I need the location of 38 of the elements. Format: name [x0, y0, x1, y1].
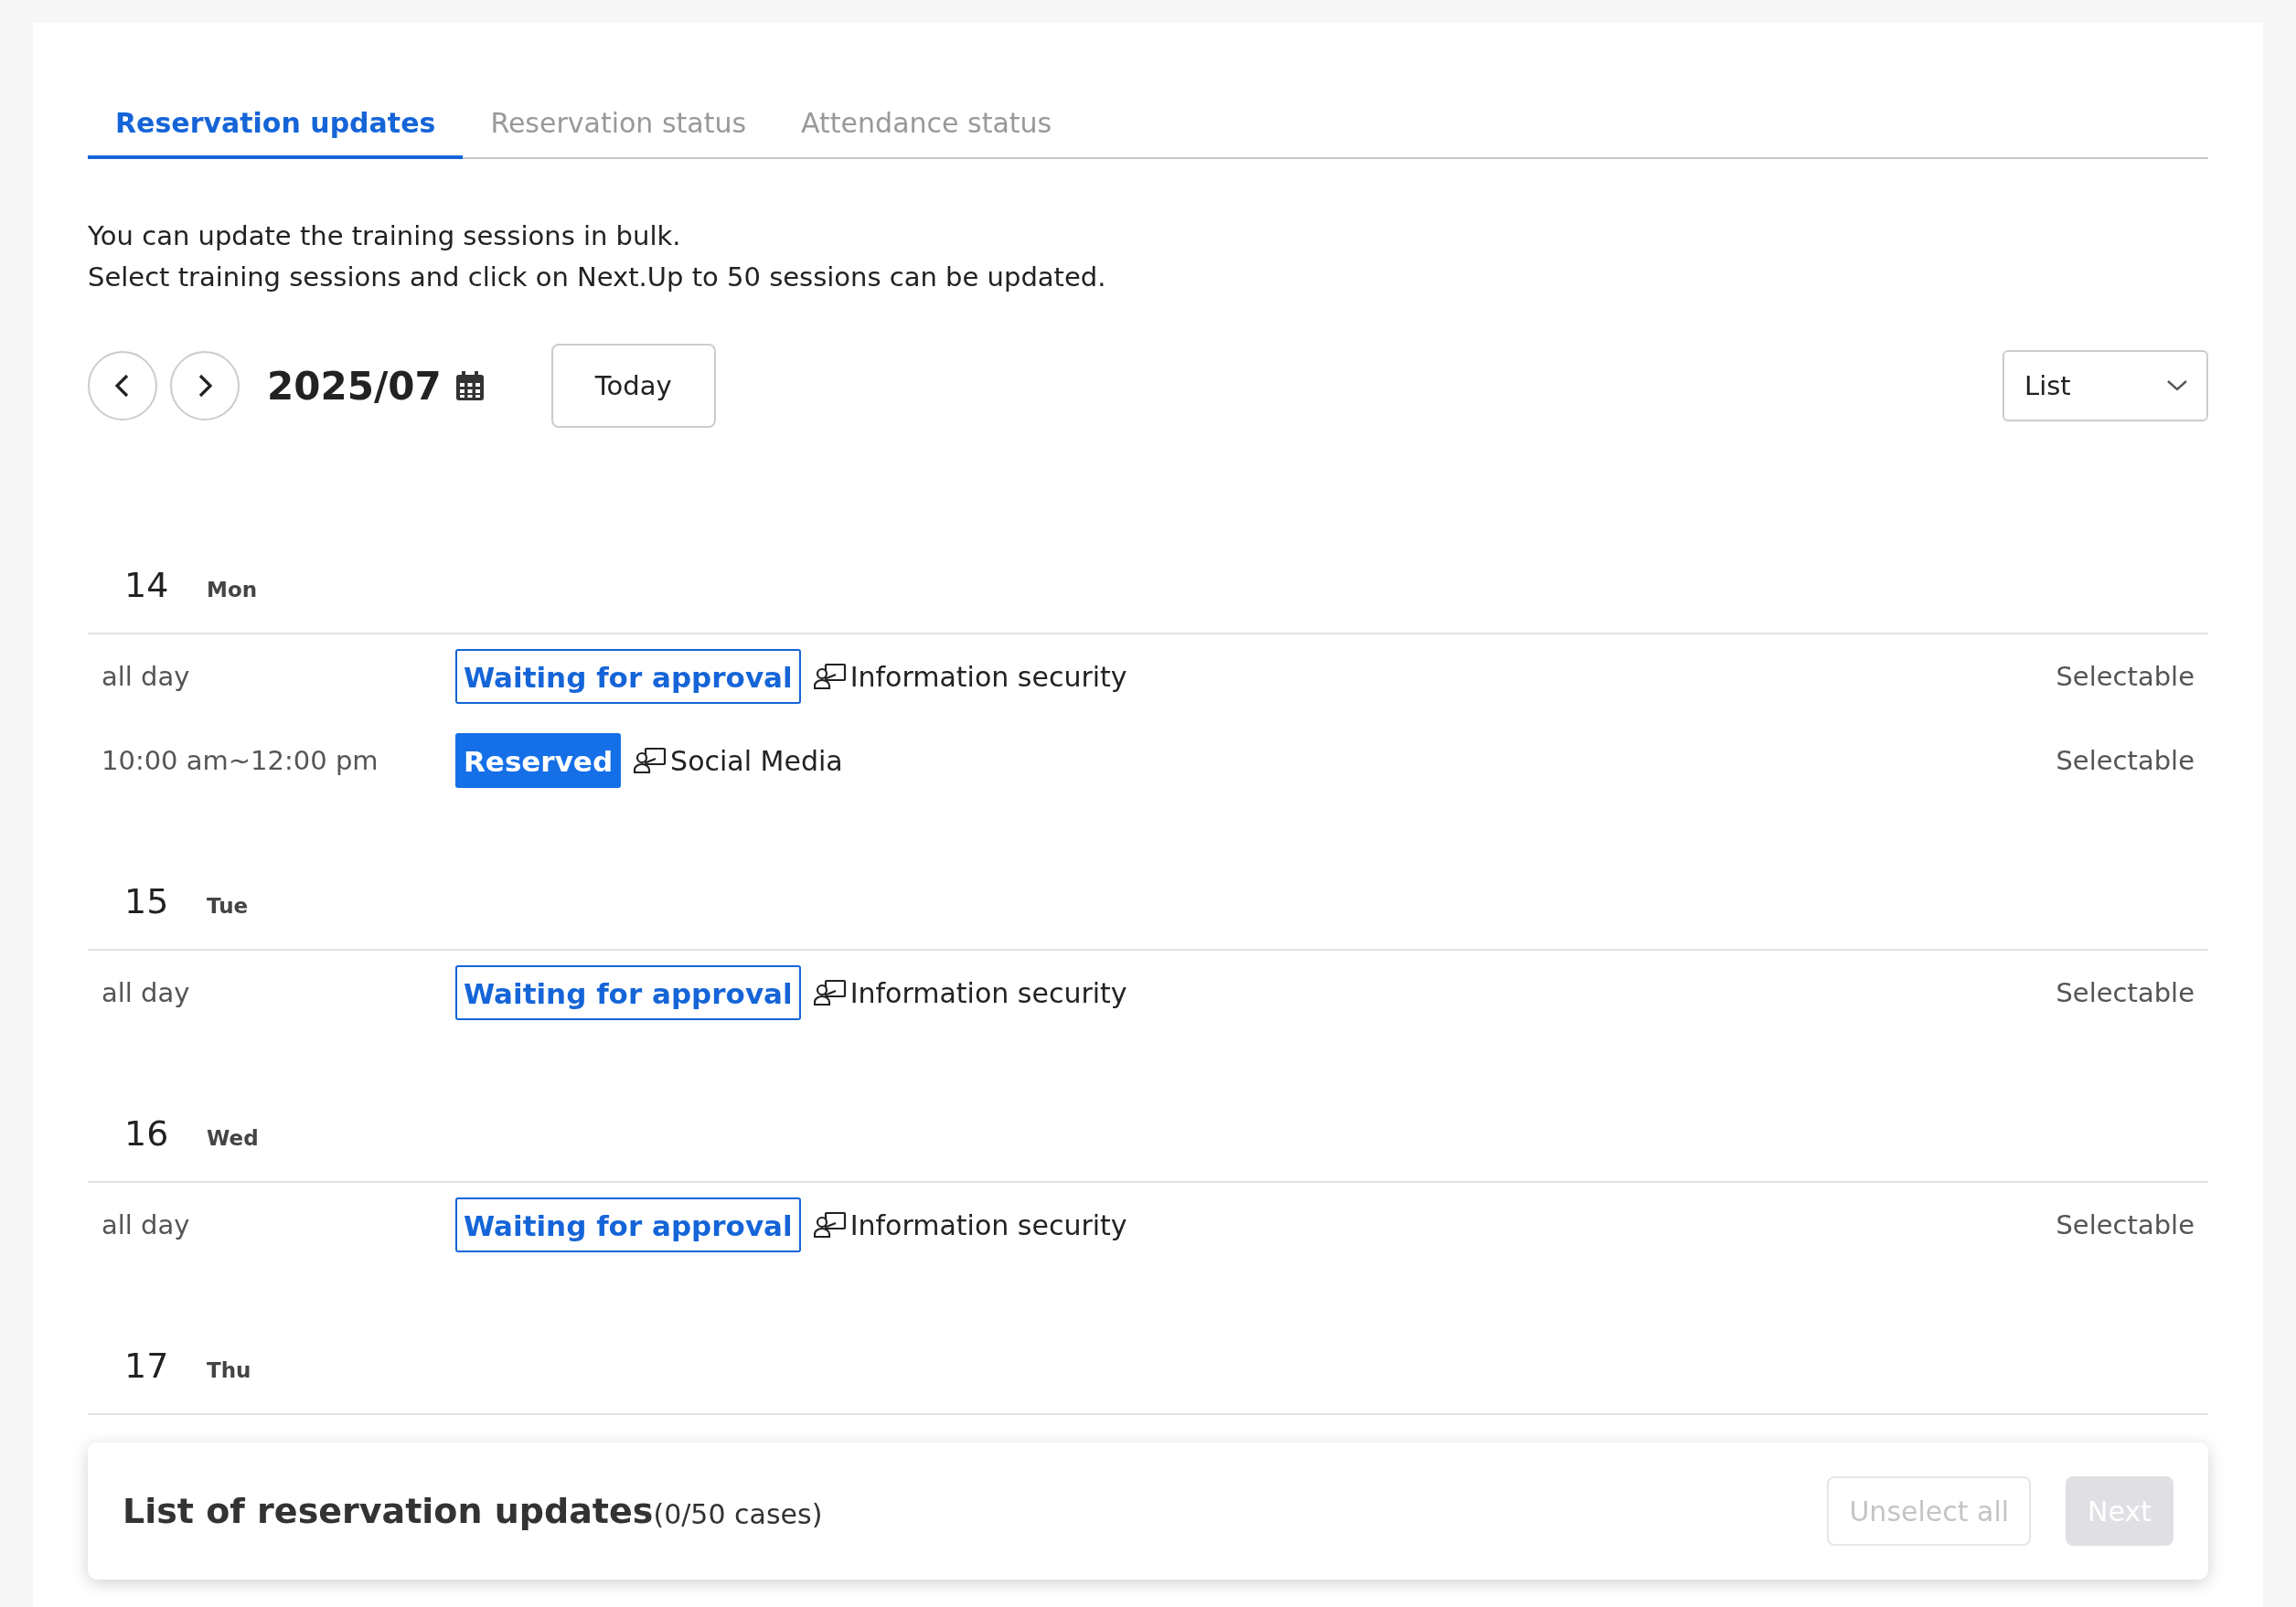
event-title[interactable]: Social Media — [670, 744, 843, 777]
event-title[interactable]: Information security — [849, 976, 1127, 1009]
chevron-down-icon — [2166, 379, 2188, 392]
weekday-label: Tue — [207, 894, 249, 918]
event-time: all day — [101, 977, 191, 1008]
selection-count: (0/50 cases) — [653, 1497, 823, 1530]
event-time: 10:00 am~12:00 pm — [101, 745, 379, 776]
day-number: 15 — [124, 881, 170, 921]
status-badge: Waiting for approval — [455, 965, 801, 1020]
training-icon — [813, 663, 847, 690]
tab[interactable]: Reservation updates — [88, 107, 464, 159]
calendar-icon[interactable] — [455, 371, 484, 400]
training-icon — [634, 747, 667, 774]
weekday-label: Thu — [207, 1358, 251, 1382]
event-time: all day — [101, 661, 191, 692]
weekday-label: Mon — [207, 578, 258, 601]
footer-title: List of reservation updates — [123, 1491, 654, 1531]
status-badge: Waiting for approval — [455, 649, 801, 704]
day-number: 16 — [124, 1113, 170, 1154]
event-title[interactable]: Information security — [849, 660, 1127, 693]
training-icon — [813, 1211, 847, 1239]
day-number: 14 — [124, 565, 170, 605]
weekday-label: Wed — [207, 1126, 259, 1150]
month-label: 2025/07 — [267, 363, 442, 409]
status-badge: Waiting for approval — [455, 1197, 801, 1252]
view-select[interactable]: List — [2002, 350, 2208, 421]
availability-label: Selectable — [2056, 1209, 2195, 1240]
training-icon — [813, 979, 847, 1006]
availability-label: Selectable — [2056, 977, 2195, 1008]
event-title[interactable]: Information security — [849, 1208, 1127, 1241]
event-time: all day — [101, 1209, 191, 1240]
today-button[interactable]: Today — [550, 344, 716, 428]
availability-label: Selectable — [2056, 661, 2195, 692]
intro-text: You can update the training sessions in bulk. — [88, 219, 682, 253]
availability-label: Selectable — [2056, 745, 2195, 776]
intro-text: Select training sessions and click on Next.Up to 50 sessions can be updated. — [88, 261, 1107, 294]
status-badge: Reserved — [455, 733, 622, 788]
day-number: 17 — [124, 1346, 170, 1386]
